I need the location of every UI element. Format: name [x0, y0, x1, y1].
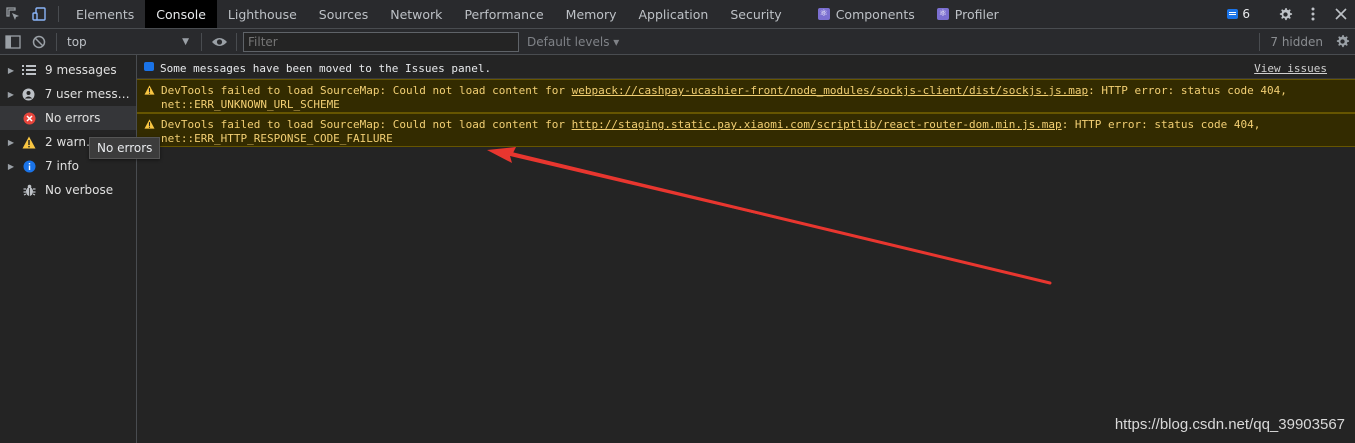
sidebar-item-verbose[interactable]: No verbose [0, 178, 136, 202]
sidebar-item-label: 7 info [45, 159, 79, 173]
live-expression-button[interactable] [206, 29, 232, 55]
tab-components[interactable]: ⚛ Components [807, 0, 926, 28]
device-icon [32, 7, 46, 21]
inspect-element-button[interactable] [0, 0, 26, 28]
console-messages: Some messages have been moved to the Iss… [137, 55, 1355, 443]
tab-components-label: Components [835, 6, 915, 22]
expand-arrow-icon: ▶ [7, 137, 15, 147]
sidebar-item-messages[interactable]: ▶ 9 messages [0, 58, 136, 82]
warning-error-code: net::ERR_HTTP_RESPONSE_CODE_FAILURE [161, 132, 393, 145]
sidebar-item-label: 7 user messa… [44, 87, 136, 101]
sidebar-item-label: 9 messages [45, 63, 117, 77]
gear-icon [1279, 7, 1292, 20]
sidebar-item-errors[interactable]: No errors [0, 106, 136, 130]
expand-arrow-icon: ▶ [7, 65, 15, 75]
warning-error-code: net::ERR_UNKNOWN_URL_SCHEME [161, 98, 340, 111]
warning-icon [144, 85, 155, 95]
tab-performance[interactable]: Performance [453, 0, 554, 28]
sidebar-item-user-messages[interactable]: ▶ 7 user messa… [0, 82, 136, 106]
context-value: top [67, 34, 87, 49]
console-toolbar: top ▼ Default levels ▾ 7 hidden [0, 29, 1355, 55]
gear-icon [1336, 34, 1349, 48]
tab-profiler[interactable]: ⚛ Profiler [926, 0, 1010, 28]
watermark: https://blog.csdn.net/qq_39903567 [1114, 416, 1345, 433]
devtools-tab-bar: Elements Console Lighthouse Sources Netw… [0, 0, 1355, 29]
console-warning-message: DevTools failed to load SourceMap: Could… [137, 113, 1355, 147]
tab-sources[interactable]: Sources [308, 0, 379, 28]
source-map-link[interactable]: http://staging.static.pay.xiaomi.com/scr… [572, 118, 1062, 131]
issues-counter-button[interactable]: 6 [1219, 0, 1258, 29]
tab-security[interactable]: Security [719, 0, 792, 28]
toolbar-divider [1259, 32, 1261, 51]
tab-memory[interactable]: Memory [555, 0, 628, 28]
expand-arrow-icon: ▶ [7, 89, 14, 99]
issues-count: 6 [1242, 7, 1250, 21]
expand-arrow-icon: ▶ [7, 161, 15, 171]
info-message-text: Some messages have been moved to the Iss… [160, 61, 492, 75]
sidebar-toggle-icon [5, 34, 21, 49]
react-icon: ⚛ [817, 8, 830, 20]
tab-console[interactable]: Console [145, 0, 217, 28]
warning-icon [22, 135, 36, 149]
toolbar-divider [56, 32, 57, 51]
toolbar-right: 7 hidden [1255, 29, 1355, 55]
console-warning-message: DevTools failed to load SourceMap: Could… [137, 79, 1355, 113]
clear-console-button[interactable] [26, 29, 52, 55]
view-issues-link[interactable]: View issues [1254, 62, 1327, 75]
warning-prefix: DevTools failed to load SourceMap: Could… [161, 84, 572, 97]
sidebar-item-label: No verbose [45, 183, 114, 197]
tab-elements[interactable]: Elements [65, 0, 145, 28]
device-toolbar-button[interactable] [26, 0, 52, 28]
eye-icon [211, 37, 227, 46]
console-info-message: Some messages have been moved to the Iss… [137, 58, 1355, 79]
tab-profiler-label: Profiler [954, 6, 999, 22]
tab-lighthouse[interactable]: Lighthouse [217, 0, 308, 28]
more-options-button[interactable] [1299, 0, 1327, 29]
toolbar-divider [201, 32, 202, 51]
console-sidebar: ▶ 9 messages ▶ 7 user messa… No errors ▶… [0, 55, 137, 443]
source-map-link[interactable]: webpack://cashpay-ucashier-front/node_mo… [572, 84, 1089, 97]
warning-suffix: : HTTP error: status code 404, [1061, 118, 1261, 131]
tab-network[interactable]: Network [379, 0, 453, 28]
console-settings-button[interactable] [1329, 29, 1355, 55]
close-devtools-button[interactable] [1327, 0, 1355, 29]
close-icon [1335, 8, 1347, 20]
warning-icon [144, 119, 155, 129]
warning-suffix: : HTTP error: status code 404, [1088, 84, 1287, 97]
toolbar-divider [236, 32, 237, 51]
tabbar-right-controls: 6 [1206, 0, 1355, 28]
list-icon [22, 63, 36, 77]
settings-button[interactable] [1271, 0, 1299, 29]
inspect-icon [6, 7, 19, 20]
block-icon [32, 35, 46, 48]
context-selector[interactable]: top ▼ [61, 32, 197, 52]
filter-input[interactable] [243, 31, 519, 52]
tooltip: No errors [89, 137, 161, 159]
issues-icon [144, 61, 154, 71]
issues-icon [1227, 9, 1239, 19]
warning-text-line: DevTools failed to load SourceMap: Could… [161, 118, 1260, 131]
react-icon: ⚛ [936, 8, 949, 20]
sidebar-item-label: No errors [45, 111, 101, 125]
bug-icon [22, 183, 36, 197]
hidden-messages-count: 7 hidden [1270, 34, 1323, 49]
toolbar-divider [58, 6, 59, 22]
log-levels-dropdown[interactable]: Default levels ▾ [527, 35, 619, 49]
vertical-dots-icon [1311, 7, 1315, 21]
warning-prefix: DevTools failed to load SourceMap: Could… [161, 118, 572, 131]
toggle-sidebar-button[interactable] [0, 29, 26, 55]
caret-down-icon: ▼ [182, 36, 189, 47]
error-icon [22, 111, 36, 125]
info-icon [22, 159, 36, 173]
tab-application[interactable]: Application [628, 0, 720, 28]
warning-text-line: DevTools failed to load SourceMap: Could… [161, 84, 1287, 97]
user-icon [22, 87, 36, 101]
